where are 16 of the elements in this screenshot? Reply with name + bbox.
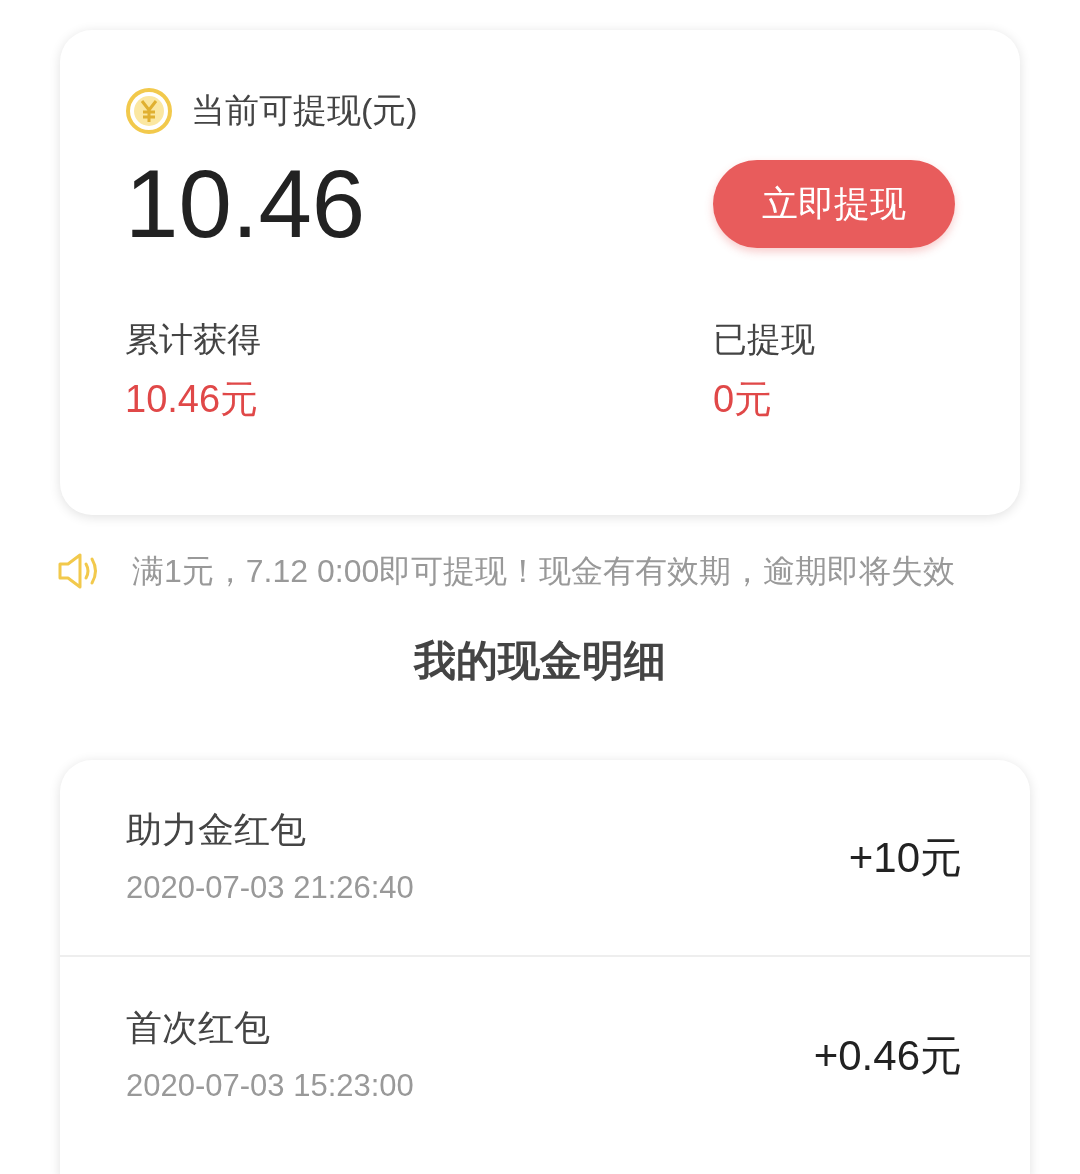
balance-label: 当前可提现(元) — [191, 90, 418, 131]
record-amount: +10元 — [848, 833, 962, 883]
withdraw-button[interactable]: 立即提现 — [713, 160, 955, 248]
record-time: 2020-07-03 21:26:40 — [126, 869, 414, 908]
balance-amount: 10.46 — [125, 156, 366, 252]
stat-value: 0元 — [713, 377, 774, 422]
coin-icon — [125, 86, 173, 135]
stat-label: 累计获得 — [125, 319, 262, 360]
record-title: 首次红包 — [126, 1006, 271, 1051]
record-time: 2020-07-03 15:23:00 — [126, 1067, 414, 1106]
record-title: 助力金红包 — [126, 808, 307, 853]
record-amount: +0.46元 — [813, 1031, 962, 1081]
section-title: 我的现金明细 — [414, 636, 666, 686]
stat-label: 已提现 — [713, 319, 815, 360]
stat-value: 10.46元 — [125, 377, 260, 422]
notice-text: 满1元，7.12 0:00即可提现！现金有有效期，逾期即将失效 — [132, 552, 956, 591]
